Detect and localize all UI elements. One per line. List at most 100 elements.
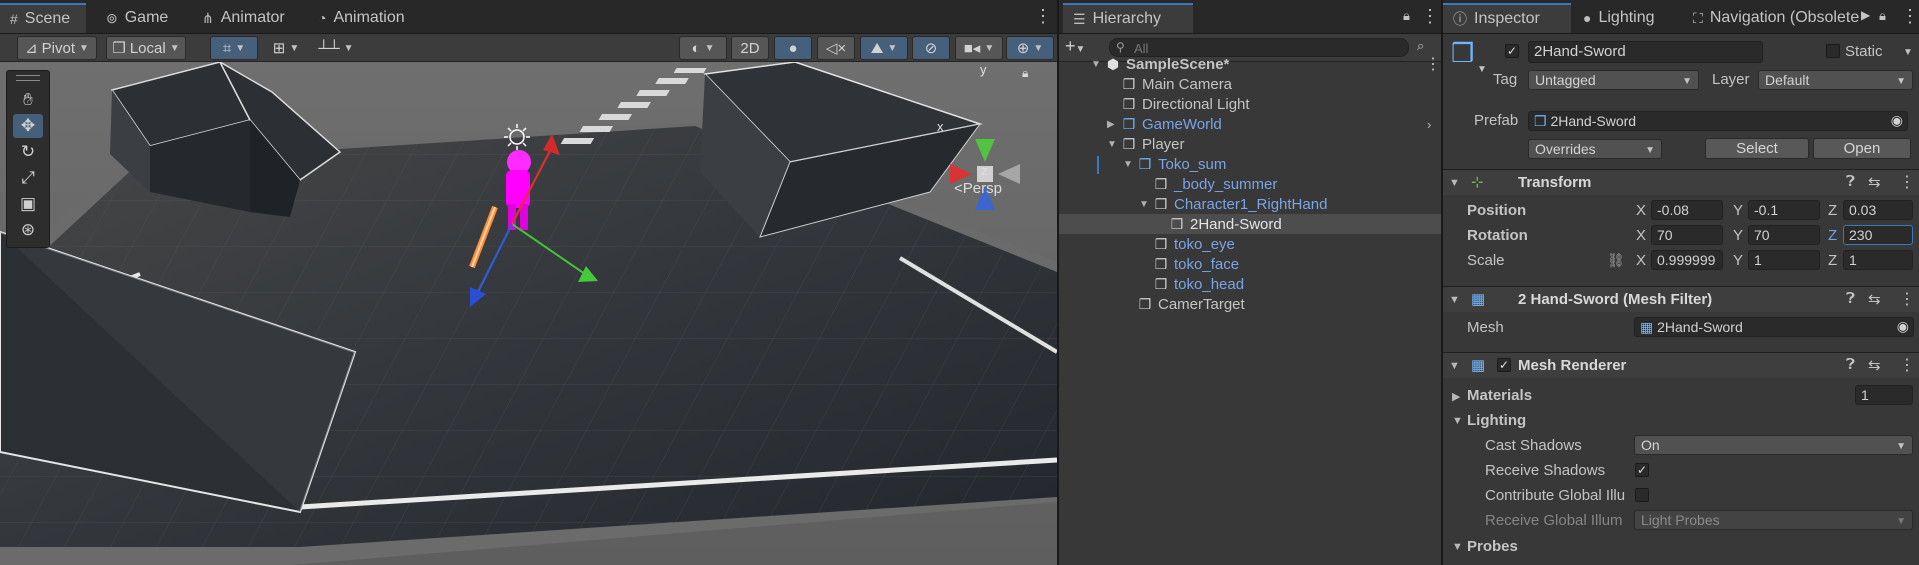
- open-button[interactable]: Open: [1813, 138, 1911, 159]
- tag-dropdown[interactable]: Untagged ▼: [1528, 70, 1699, 90]
- tab-hierarchy[interactable]: ☰ Hierarchy: [1063, 3, 1193, 33]
- transform-header[interactable]: ▼ ⊹ Transform ❓︎ ⇆ ⋮: [1443, 169, 1919, 195]
- icon-chevron-icon[interactable]: ▼: [1477, 64, 1487, 75]
- component-menu-icon[interactable]: ⋮: [1899, 172, 1915, 192]
- tabs-overflow-icon[interactable]: ▶: [1861, 8, 1870, 22]
- scene-visibility-toggle[interactable]: ⊘: [912, 36, 950, 60]
- persp-label[interactable]: <Persp: [954, 180, 1002, 197]
- rotation-x-field[interactable]: 70: [1651, 225, 1723, 245]
- component-menu-icon[interactable]: ⋮: [1899, 289, 1915, 309]
- prefab-field[interactable]: ❒ 2Hand-Sword ◉: [1528, 111, 1908, 131]
- hierarchy-item[interactable]: ❒ CamerTarget: [1059, 294, 1441, 314]
- hierarchy-item[interactable]: ❒ 2Hand-Sword: [1059, 214, 1441, 234]
- gizmos-dropdown[interactable]: ⊕ ▼: [1006, 36, 1054, 60]
- pivot-dropdown[interactable]: ⊿ Pivot ▼: [17, 36, 97, 60]
- transform-tool-icon[interactable]: ⊛: [13, 218, 43, 242]
- scene-menu-icon[interactable]: ⋮: [1034, 6, 1052, 27]
- lighting-section-label[interactable]: Lighting: [1467, 412, 1526, 429]
- materials-foldout-icon[interactable]: ▶: [1452, 390, 1460, 403]
- object-name-field[interactable]: 2Hand-Sword: [1528, 41, 1763, 63]
- mesh-renderer-enabled-checkbox[interactable]: ✓: [1497, 358, 1511, 372]
- help-icon[interactable]: ❓︎: [1846, 290, 1855, 307]
- collapse-arrow-icon[interactable]: ▼: [1091, 59, 1101, 70]
- tab-scene[interactable]: # Scene: [0, 3, 86, 33]
- tab-inspector[interactable]: ⓘ Inspector: [1443, 3, 1571, 33]
- hierarchy-item[interactable]: ▼ ❒ Player: [1059, 134, 1441, 154]
- object-picker-icon[interactable]: ◉: [1897, 318, 1909, 335]
- object-active-checkbox[interactable]: ✓: [1505, 44, 1519, 58]
- help-icon[interactable]: ❓︎: [1846, 356, 1855, 373]
- position-y-field[interactable]: -0.1: [1748, 200, 1820, 220]
- lighting-toggle[interactable]: ●: [774, 36, 812, 60]
- inspector-lock-icon[interactable]: 🔒︎: [1879, 8, 1886, 24]
- tab-animation[interactable]: ◔ Animation: [308, 3, 415, 33]
- rotate-tool-icon[interactable]: ↻: [13, 140, 43, 164]
- collapse-arrow-icon[interactable]: ▼: [1123, 159, 1133, 170]
- hierarchy-item[interactable]: ❒ Main Camera: [1059, 74, 1441, 94]
- increment-snap-button[interactable]: ⊞ ▼: [262, 36, 310, 60]
- scene-viewport[interactable]: y x z 🔒︎ <Persp: [0, 62, 1057, 565]
- scale-tool-icon[interactable]: ⤢: [13, 166, 43, 190]
- audio-toggle[interactable]: ◁×: [817, 36, 855, 60]
- hierarchy-item[interactable]: ▼ ⬢ SampleScene*: [1059, 54, 1441, 74]
- mode-2d-button[interactable]: 2D: [731, 36, 769, 60]
- mesh-filter-header[interactable]: ▼ ▦ 2 Hand-Sword (Mesh Filter) ❓︎ ⇆ ⋮: [1443, 286, 1919, 312]
- static-checkbox[interactable]: [1826, 44, 1840, 58]
- scale-z-field[interactable]: 1: [1843, 250, 1913, 270]
- tab-animator[interactable]: ⋔ Animator: [192, 3, 295, 33]
- lock-icon[interactable]: 🔒︎: [1403, 8, 1410, 24]
- presets-icon[interactable]: ⇆: [1868, 356, 1881, 374]
- hierarchy-item[interactable]: ❒ toko_head: [1059, 274, 1441, 294]
- help-icon[interactable]: ❓︎: [1846, 173, 1855, 190]
- materials-count-field[interactable]: 1: [1855, 385, 1913, 405]
- effects-dropdown[interactable]: ⛰ ▼: [860, 36, 908, 60]
- gizmo-lock-icon[interactable]: 🔒︎: [1022, 66, 1028, 81]
- scale-y-field[interactable]: 1: [1748, 250, 1820, 270]
- hierarchy-item[interactable]: ❒ toko_face: [1059, 254, 1441, 274]
- collapse-arrow-icon[interactable]: ▼: [1139, 199, 1149, 210]
- position-x-field[interactable]: -0.08: [1651, 200, 1723, 220]
- tab-navigation[interactable]: ⛶ Navigation (Obsolete: [1683, 3, 1863, 33]
- ruler-button[interactable]: ┴┴ ▼: [312, 36, 360, 60]
- materials-label[interactable]: Materials: [1467, 387, 1532, 404]
- drag-handle[interactable]: [16, 75, 40, 81]
- layer-dropdown[interactable]: Default ▼: [1758, 70, 1913, 90]
- cast-shadows-dropdown[interactable]: On ▼: [1634, 435, 1913, 455]
- scene-menu-kebab-icon[interactable]: ⋮: [1425, 54, 1441, 74]
- move-tool-icon[interactable]: ✥: [13, 114, 43, 138]
- presets-icon[interactable]: ⇆: [1868, 173, 1881, 191]
- hierarchy-item[interactable]: ▼ ❒ Toko_sum: [1059, 154, 1441, 174]
- hierarchy-item[interactable]: ❒ Directional Light: [1059, 94, 1441, 114]
- component-menu-icon[interactable]: ⋮: [1899, 355, 1915, 375]
- rotation-y-field[interactable]: 70: [1748, 225, 1820, 245]
- hierarchy-item[interactable]: ❒ toko_eye: [1059, 234, 1441, 254]
- hierarchy-item[interactable]: ❒ _body_summer: [1059, 156, 1441, 194]
- receive-shadows-checkbox[interactable]: ✓: [1635, 463, 1649, 477]
- mesh-renderer-header[interactable]: ▼ ▦ ✓ Mesh Renderer ❓︎ ⇆ ⋮: [1443, 352, 1919, 378]
- hand-tool-icon[interactable]: ✋︎: [13, 88, 43, 112]
- tab-game[interactable]: ⊚ Game: [96, 3, 178, 33]
- lighting-foldout-icon[interactable]: ▼: [1452, 415, 1463, 427]
- object-picker-icon[interactable]: ◉: [1891, 112, 1903, 129]
- position-z-field[interactable]: 0.03: [1843, 200, 1913, 220]
- mesh-field[interactable]: ▦ 2Hand-Sword ◉: [1634, 317, 1914, 337]
- rect-tool-icon[interactable]: ▣: [13, 192, 43, 216]
- presets-icon[interactable]: ⇆: [1868, 290, 1881, 308]
- scene-search-icon[interactable]: ⌕: [1417, 38, 1424, 54]
- rotation-z-field[interactable]: 230: [1843, 225, 1913, 245]
- hierarchy-item[interactable]: ▶ ❒ GameWorld: [1059, 114, 1441, 134]
- gameworld-expand-arrow-icon[interactable]: ›: [1427, 117, 1431, 132]
- hierarchy-menu-icon[interactable]: ⋮: [1421, 6, 1439, 27]
- inspector-menu-icon[interactable]: ⋮: [1901, 6, 1919, 27]
- tab-lighting[interactable]: ● Lighting: [1573, 3, 1665, 33]
- select-button[interactable]: Select: [1705, 138, 1809, 159]
- probes-foldout-icon[interactable]: ▼: [1452, 541, 1463, 553]
- camera-dropdown[interactable]: ■◂ ▼: [955, 36, 1003, 60]
- collapse-arrow-icon[interactable]: ▼: [1107, 139, 1117, 150]
- overrides-dropdown[interactable]: Overrides ▼: [1528, 139, 1662, 159]
- scale-x-field[interactable]: 0.999999: [1651, 250, 1723, 270]
- space-dropdown[interactable]: ❒ Local ▼: [106, 36, 186, 60]
- constrain-proportions-icon[interactable]: ⛓: [1607, 252, 1625, 269]
- contribute-gi-checkbox[interactable]: [1635, 488, 1649, 502]
- expand-arrow-icon[interactable]: ▶: [1107, 119, 1115, 130]
